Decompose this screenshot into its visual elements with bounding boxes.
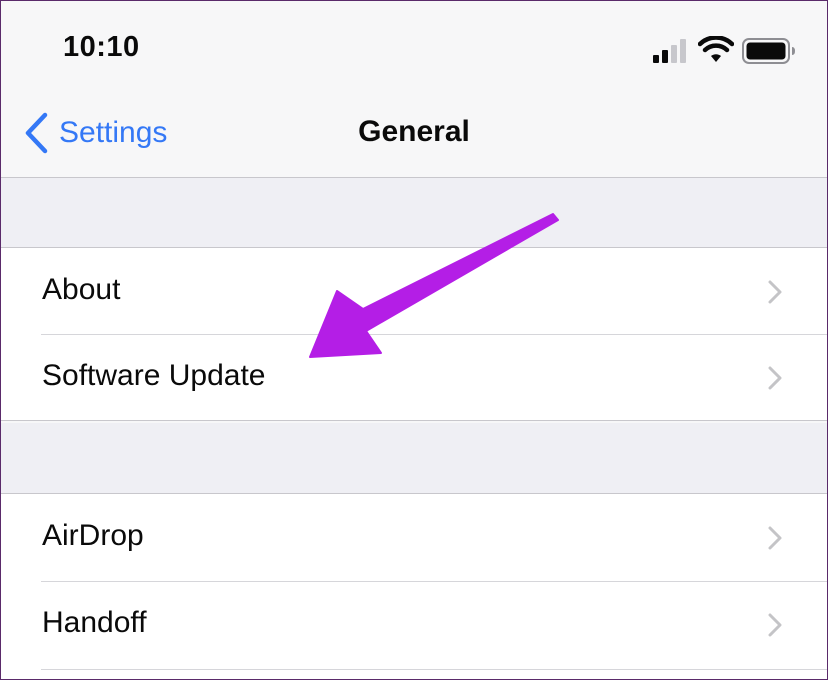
chevron-left-icon — [25, 112, 48, 154]
battery-icon — [742, 38, 795, 64]
section-spacer — [1, 423, 827, 493]
chevron-right-icon — [768, 280, 782, 304]
status-bar: 10:10 — [1, 1, 827, 97]
chevron-right-icon — [768, 613, 782, 637]
signal-icon — [653, 39, 686, 63]
row-label: Handoff — [42, 606, 147, 639]
row-handoff[interactable]: Handoff — [1, 581, 827, 669]
section-spacer — [1, 178, 827, 247]
back-button[interactable]: Settings — [23, 111, 167, 155]
row-about[interactable]: About — [1, 248, 827, 334]
settings-group-1: About Software Update — [1, 247, 827, 421]
row-label: AirDrop — [42, 519, 144, 552]
chevron-right-icon — [768, 366, 782, 390]
back-button-label: Settings — [59, 116, 168, 149]
row-airdrop[interactable]: AirDrop — [1, 494, 827, 581]
row-label: About — [42, 273, 121, 306]
row-software-update[interactable]: Software Update — [1, 334, 827, 420]
row-label: Software Update — [42, 359, 266, 392]
row-next-partial — [1, 669, 827, 679]
status-time: 10:10 — [63, 31, 140, 63]
chevron-right-icon — [768, 526, 782, 550]
settings-group-2: AirDrop Handoff — [1, 493, 827, 679]
screenshot-frame: 10:10 General Settings About Software Up… — [0, 0, 828, 680]
navigation-bar: General Settings — [1, 97, 827, 178]
wifi-icon — [698, 36, 734, 62]
